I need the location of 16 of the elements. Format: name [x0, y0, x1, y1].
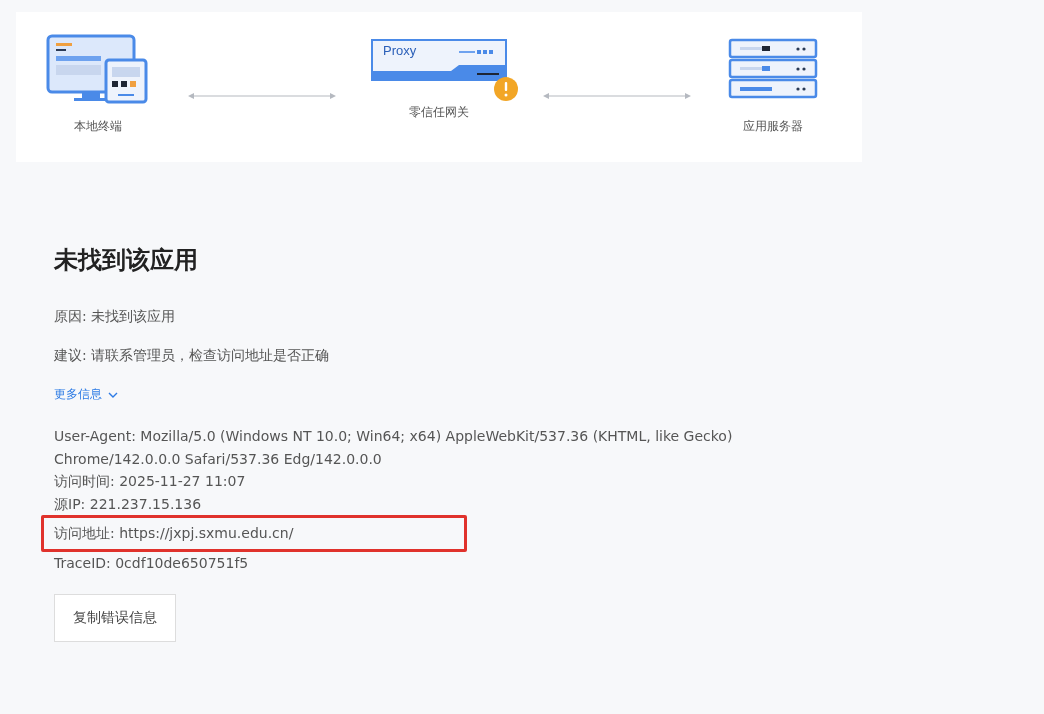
reason-text: 原因: 未找到该应用: [54, 308, 177, 326]
node-label: 应用服务器: [743, 118, 803, 135]
node-label: 零信任网关: [409, 104, 469, 121]
indicator-lights-icon: [459, 50, 493, 54]
copy-error-button[interactable]: 复制错误信息: [54, 594, 176, 642]
more-info-toggle[interactable]: 更多信息: [54, 386, 118, 403]
detail-text: User-Agent: Mozilla/5.0 (Windows NT 10.0; Win64; x64) AppleWebKit/537.36 (KHTML, like Gecko) Chrome/142.0.0.0 Safari/537.36 Edg/142.0.0.0: [54, 427, 734, 469]
node-label: 本地终端: [74, 118, 122, 135]
detail-text: 访问地址: https://jxpj.sxmu.edu.cn/: [54, 524, 294, 543]
detail-text: 访问时间: 2025-11-27 11:07: [54, 472, 247, 491]
chevron-icon: [108, 390, 118, 399]
device-label: Proxy: [383, 43, 417, 58]
detail-text: 源IP: 221.237.15.136: [54, 494, 203, 514]
error-title: 未找到该应用: [54, 245, 199, 276]
suggestion-text: 建议: 请联系管理员，检查访问地址是否正确: [54, 347, 331, 365]
detail-text: TraceID: 0cdf10de650751f5: [54, 553, 250, 573]
